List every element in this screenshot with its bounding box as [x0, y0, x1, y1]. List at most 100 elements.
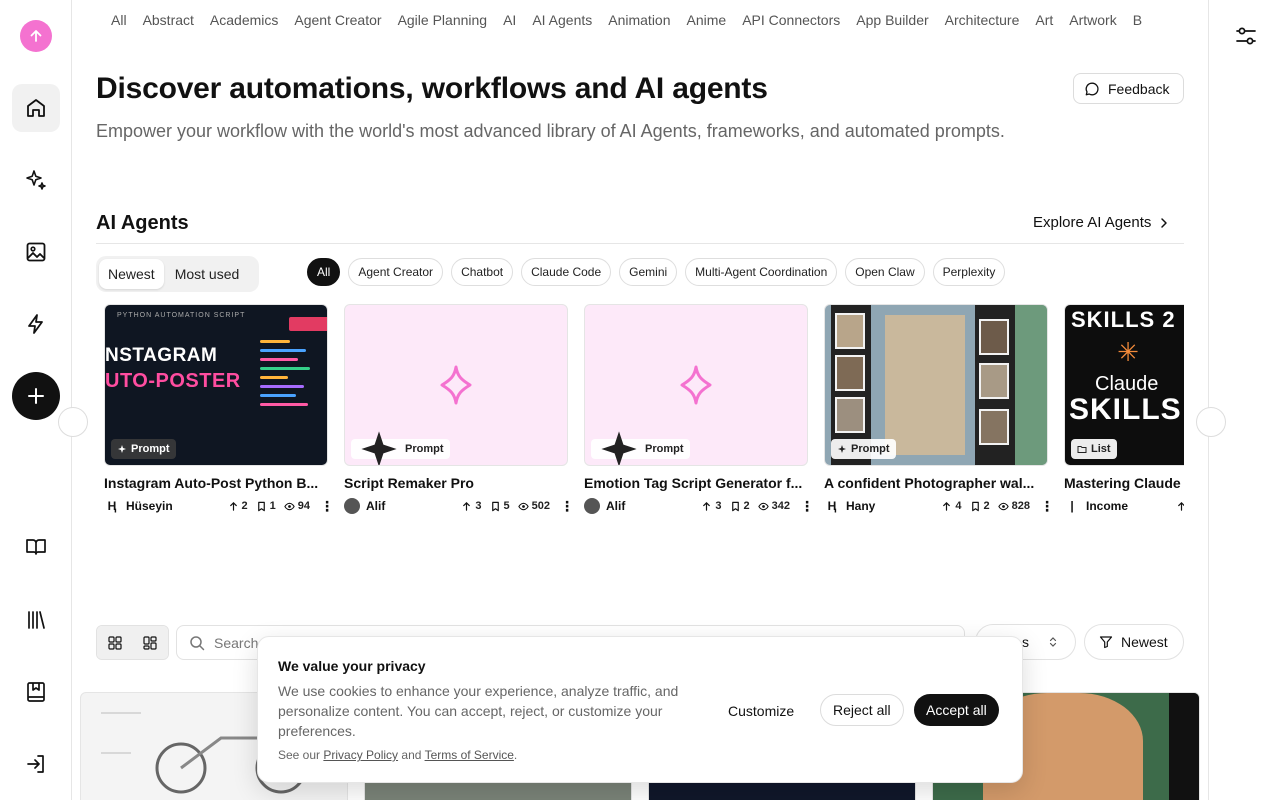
- upvote-stat[interactable]: 3: [461, 500, 482, 512]
- masonry-view-button[interactable]: [132, 626, 168, 659]
- customize-button[interactable]: Customize: [720, 695, 802, 726]
- accept-all-button[interactable]: Accept all: [914, 694, 999, 726]
- card-author[interactable]: Hany: [846, 499, 933, 513]
- category-item[interactable]: Artwork: [1061, 0, 1124, 28]
- eye-icon: [997, 502, 1009, 510]
- card-title[interactable]: Script Remaker Pro: [344, 475, 568, 491]
- save-count: 2: [743, 500, 750, 512]
- save-stat[interactable]: 2: [970, 500, 990, 512]
- category-item[interactable]: All: [103, 0, 135, 28]
- more-menu-icon[interactable]: ⋮: [320, 499, 334, 513]
- ai-sparkle-button[interactable]: [12, 156, 60, 204]
- category-item[interactable]: Abstract: [135, 0, 202, 28]
- category-item[interactable]: Academics: [202, 0, 286, 28]
- filter-pill[interactable]: Agent Creator: [348, 258, 444, 286]
- avatar-bar-icon: |: [1064, 498, 1080, 514]
- card-title[interactable]: A confident Photographer wal...: [824, 475, 1048, 491]
- home-button[interactable]: [12, 84, 60, 132]
- avatar-h-icon: Ң: [104, 498, 120, 514]
- tab-most-used[interactable]: Most used: [166, 259, 249, 289]
- category-item[interactable]: Agent Creator: [286, 0, 389, 28]
- left-rail: [0, 0, 72, 800]
- upvote-stat[interactable]: 3: [701, 500, 722, 512]
- more-menu-icon[interactable]: ⋮: [800, 499, 814, 513]
- sliders-icon[interactable]: [1235, 25, 1257, 47]
- bookmarks-button[interactable]: [12, 668, 60, 716]
- create-button[interactable]: [12, 372, 60, 420]
- category-item[interactable]: B: [1125, 0, 1150, 28]
- filter-pill[interactable]: Multi-Agent Coordination: [685, 258, 838, 286]
- grid-view-button[interactable]: [97, 626, 133, 659]
- card-title[interactable]: Instagram Auto-Post Python B...: [104, 475, 328, 491]
- thumb-heading: NSTAGRAM: [105, 345, 218, 366]
- chevron-updown-icon: [1049, 637, 1057, 647]
- avatar-h-icon: Ң: [824, 498, 840, 514]
- arrow-up-icon: [463, 501, 471, 511]
- category-item[interactable]: Animation: [600, 0, 678, 28]
- automations-button[interactable]: [12, 300, 60, 348]
- agent-card[interactable]: Prompt Emotion Tag Script Generator f...…: [584, 304, 814, 515]
- sort-newest-button[interactable]: Newest: [1084, 624, 1184, 660]
- category-item[interactable]: Agile Planning: [390, 0, 496, 28]
- filter-pill[interactable]: Gemini: [619, 258, 678, 286]
- carousel-next-button[interactable]: [1196, 407, 1226, 437]
- agent-card[interactable]: Prompt Script Remaker Pro Alif 3 5 502 ⋮: [344, 304, 574, 515]
- images-button[interactable]: [12, 228, 60, 276]
- eye-icon: [517, 502, 529, 510]
- docs-button[interactable]: [12, 523, 60, 571]
- save-count: 2: [983, 500, 990, 512]
- category-item[interactable]: App Builder: [848, 0, 936, 28]
- card-title[interactable]: Mastering Claude: [1064, 475, 1184, 491]
- more-menu-icon[interactable]: ⋮: [560, 499, 574, 513]
- explore-link[interactable]: Explore AI Agents: [1033, 214, 1171, 231]
- agent-card[interactable]: Prompt A confident Photographer wal... Ң…: [824, 304, 1054, 515]
- type-label: Prompt: [851, 443, 890, 455]
- save-stat[interactable]: 1: [256, 500, 276, 512]
- more-menu-icon[interactable]: ⋮: [1040, 499, 1054, 513]
- terms-of-service-link[interactable]: Terms of Service: [425, 748, 514, 762]
- reject-all-button[interactable]: Reject all: [820, 694, 904, 726]
- type-label: List: [1091, 443, 1111, 455]
- bookmark-book-icon: [27, 682, 45, 702]
- save-stat[interactable]: 2: [730, 500, 750, 512]
- view-stat: 828: [997, 500, 1030, 512]
- save-stat[interactable]: 5: [490, 500, 510, 512]
- agent-card[interactable]: PYTHON AUTOMATION SCRIPT NSTAGRAM UTO-PO…: [104, 304, 334, 515]
- card-author[interactable]: Income: [1086, 499, 1128, 513]
- lightning-icon: [28, 314, 43, 334]
- logo-icon[interactable]: [20, 20, 52, 52]
- upvote-stat[interactable]: 1: [1176, 500, 1184, 512]
- filter-pill[interactable]: Chatbot: [451, 258, 514, 286]
- card-title[interactable]: Emotion Tag Script Generator f...: [584, 475, 808, 491]
- feedback-button[interactable]: Feedback: [1073, 73, 1184, 104]
- card-author[interactable]: Hüseyin: [126, 499, 220, 513]
- card-meta: Ң Hüseyin 2 1 94 ⋮: [104, 497, 334, 515]
- filter-pill-all[interactable]: All: [307, 258, 341, 286]
- category-item[interactable]: AI Agents: [524, 0, 600, 28]
- agent-card[interactable]: SKILLS 2 ✳ Claude SKILLS List Mastering …: [1064, 304, 1184, 515]
- card-thumbnail: PYTHON AUTOMATION SCRIPT NSTAGRAM UTO-PO…: [104, 304, 328, 466]
- category-item[interactable]: Anime: [679, 0, 735, 28]
- card-thumbnail: SKILLS 2 ✳ Claude SKILLS List: [1064, 304, 1184, 466]
- view-stat: 94: [284, 500, 310, 512]
- thumb-heading: SKILLS 2: [1071, 307, 1176, 332]
- view-stat: 502: [517, 500, 550, 512]
- filter-pill[interactable]: Claude Code: [521, 258, 612, 286]
- arrow-up-icon: [1178, 501, 1184, 511]
- section-title: AI Agents: [96, 212, 189, 234]
- category-item[interactable]: Architecture: [937, 0, 1028, 28]
- card-author[interactable]: Alif: [366, 499, 453, 513]
- upvote-stat[interactable]: 4: [941, 500, 962, 512]
- category-item[interactable]: Art: [1027, 0, 1061, 28]
- tab-newest[interactable]: Newest: [99, 259, 164, 289]
- privacy-policy-link[interactable]: Privacy Policy: [323, 748, 398, 762]
- card-author[interactable]: Alif: [606, 499, 693, 513]
- upvote-stat[interactable]: 2: [228, 500, 248, 512]
- login-button[interactable]: [12, 740, 60, 788]
- category-item[interactable]: API Connectors: [734, 0, 848, 28]
- filter-pill[interactable]: Open Claw: [845, 258, 925, 286]
- category-item[interactable]: AI: [495, 0, 524, 28]
- agents-carousel: PYTHON AUTOMATION SCRIPT NSTAGRAM UTO-PO…: [80, 300, 1184, 530]
- filter-pill[interactable]: Perplexity: [932, 258, 1006, 286]
- library-button[interactable]: [12, 596, 60, 644]
